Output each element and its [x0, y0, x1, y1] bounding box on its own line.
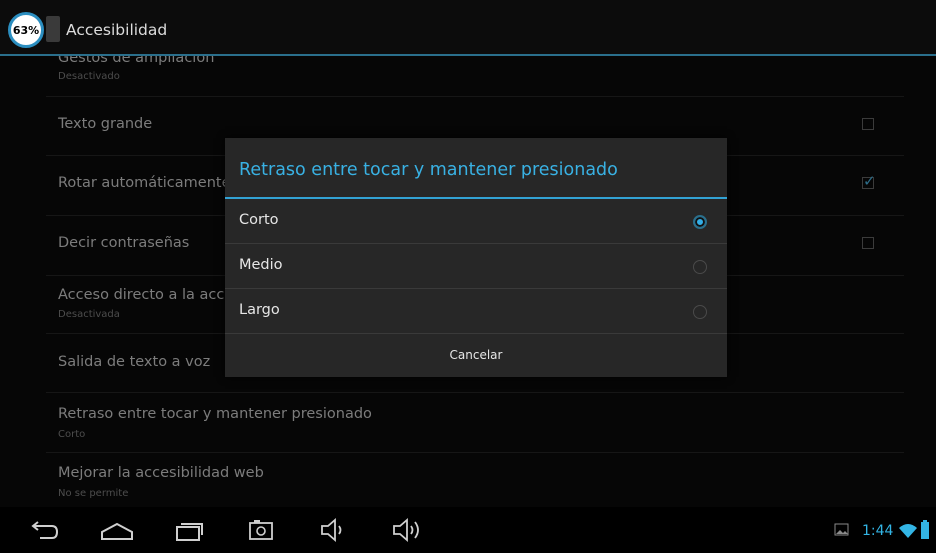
- wifi-icon: [899, 524, 917, 538]
- list-item-subtitle: No se permite: [58, 488, 129, 499]
- checkbox-decir-contrasenas[interactable]: [862, 237, 874, 249]
- option-medio[interactable]: Medio: [225, 244, 727, 289]
- battery-icon: [921, 520, 929, 539]
- list-item-title: Salida de texto a voz: [58, 354, 211, 370]
- list-item-subtitle: Desactivada: [58, 309, 120, 320]
- screenshot-icon[interactable]: [246, 515, 276, 545]
- touch-delay-dialog: Retraso entre tocar y mantener presionad…: [225, 138, 727, 377]
- option-label: Corto: [239, 212, 279, 228]
- list-item-title: Retraso entre tocar y mantener presionad…: [58, 406, 372, 422]
- option-label: Largo: [239, 302, 280, 318]
- volume-down-icon[interactable]: [318, 515, 350, 545]
- list-item-retraso-tocar[interactable]: Retraso entre tocar y mantener presionad…: [46, 393, 904, 453]
- list-item-accesibilidad-web[interactable]: Mejorar la accesibilidad web No se permi…: [46, 453, 904, 507]
- list-item-title: Texto grande: [58, 116, 153, 132]
- screen: 63% Accesibilidad Gestos de ampliación D…: [0, 0, 936, 553]
- action-bar: 63% Accesibilidad: [0, 0, 936, 56]
- radio-selected-icon[interactable]: [693, 215, 707, 229]
- navigation-bar: 1:44: [0, 507, 936, 553]
- dialog-title: Retraso entre tocar y mantener presionad…: [239, 160, 618, 180]
- list-item-gestos-ampliacion[interactable]: Gestos de ampliación Desactivado: [46, 56, 904, 97]
- list-item-title: Decir contraseñas: [58, 235, 190, 251]
- back-icon[interactable]: [26, 515, 62, 545]
- option-corto[interactable]: Corto: [225, 199, 727, 244]
- checkbox-rotar-automaticamente[interactable]: [862, 172, 876, 190]
- radio-unselected-icon[interactable]: [693, 305, 707, 319]
- app-icon[interactable]: [46, 16, 60, 42]
- volume-up-icon[interactable]: [390, 515, 424, 545]
- option-label: Medio: [239, 257, 283, 273]
- clock[interactable]: 1:44: [862, 523, 893, 539]
- recents-icon[interactable]: [172, 515, 206, 545]
- home-icon[interactable]: [98, 515, 136, 545]
- checkbox-texto-grande[interactable]: [862, 118, 874, 130]
- list-item-title: Rotar automáticamente: [58, 175, 231, 191]
- cancel-button[interactable]: Cancelar: [225, 333, 727, 377]
- battery-percent-badge: 63%: [8, 12, 44, 48]
- gallery-notification-icon[interactable]: [834, 523, 850, 537]
- page-title: Accesibilidad: [66, 21, 168, 39]
- list-item-subtitle: Corto: [58, 429, 86, 440]
- list-item-title: Gestos de ampliación: [58, 56, 215, 66]
- radio-unselected-icon[interactable]: [693, 260, 707, 274]
- list-item-subtitle: Desactivado: [58, 71, 120, 82]
- list-item-title: Mejorar la accesibilidad web: [58, 465, 264, 481]
- option-largo[interactable]: Largo: [225, 289, 727, 334]
